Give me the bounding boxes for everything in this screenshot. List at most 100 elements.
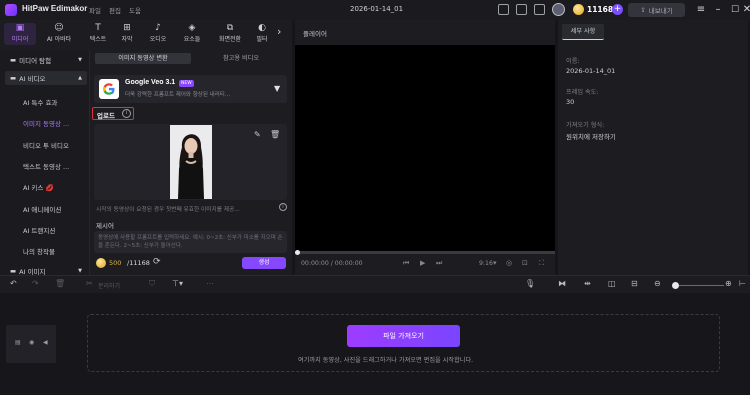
tab-subtitle[interactable]: ⊞ 자막 [114,23,140,45]
prompt-input[interactable]: 동영상에 사용할 프롬프트를 입력하세요. 예시: 0~2초: 신부가 미소를 … [94,231,287,253]
export-button[interactable]: ⇪ 내보내기 [628,3,685,17]
prompt-label: 제시어 [96,222,114,230]
sub-text-to-video[interactable]: 텍스트 동영상 ... [23,161,69,171]
menu-icon[interactable]: ≡ [694,3,708,17]
calendar-icon[interactable] [534,4,545,15]
progress-handle[interactable] [295,250,300,255]
time-readout: 00:00:00 / 00:00:00 [301,260,363,267]
chevron-down-icon[interactable]: ▾ [493,259,497,267]
aspect-ratio[interactable]: 9:16 [479,260,493,267]
tab-audio[interactable]: ♪ 오디오 [142,23,174,45]
category-ai-video[interactable]: ▬ AI 비디오 ▲ [5,71,87,85]
text-tool-icon[interactable]: ⊤▾ [172,279,183,288]
generate-button[interactable]: 생성 [242,257,286,269]
sub-my-creations[interactable]: 나의 창작물 [23,246,55,256]
delete-icon[interactable]: 🗑 [55,279,65,288]
app-name: HitPaw Edimakor [22,4,88,13]
shield-icon[interactable]: ⛉ [149,279,155,289]
properties-panel: 세부 사항 이름: 2026-01-14_01 프레임 속도: 30 가져오기 … [558,20,748,275]
close-icon[interactable]: ✕ [740,3,750,17]
undo-icon[interactable]: ↶ [10,279,17,288]
category-list: ▬ 미디어 탐험 ▼ ▬ AI 비디오 ▲ AI 특수 효과 이미지 동영상 .… [0,50,90,276]
prev-frame-icon[interactable]: ⏮ [403,259,409,268]
tab-transition[interactable]: ⧉ 화면전환 [210,23,250,45]
transition-icon: ⧉ [226,23,234,33]
more-icon[interactable]: ⋯ [206,279,214,288]
segment-image-to-video[interactable]: 이미지 동영상 변환 [95,53,191,64]
redo-icon[interactable]: ↷ [32,279,39,288]
video-preview[interactable] [295,45,555,251]
name-value: 2026-01-14_01 [566,67,616,75]
split-view-icon[interactable]: ◫ [608,279,616,288]
user-avatar[interactable] [552,3,565,16]
name-label: 이름: [566,58,580,65]
segment-reference-video[interactable]: 참고용 비디오 [195,53,287,64]
sub-ai-animation[interactable]: AI 애니메이션 [23,204,61,214]
generator-panel: 이미지 동영상 변환 참고용 비디오 Google Veo 3.1 NEW 더욱… [91,50,292,275]
zoom-in-icon[interactable]: ⊕ [725,279,732,288]
minimize-icon[interactable]: – [711,3,725,17]
avatar-icon: ☺ [54,23,64,33]
feedback-icon[interactable] [516,4,527,15]
crop-icon[interactable]: ⊡ [522,259,528,267]
menu-file[interactable]: 파일 [89,5,101,15]
player-title: 플레이어 [303,30,327,38]
fit-icon[interactable]: ⊢ [739,279,746,288]
menu-edit[interactable]: 편집 [109,5,121,15]
snapshot-icon[interactable]: ◎ [506,259,512,267]
edit-icon[interactable]: ✎ [254,130,261,139]
sub-video-to-video[interactable]: 비디오 투 비디오 [23,140,69,150]
split-icon[interactable]: ✂ [86,279,93,288]
refresh-icon[interactable]: ⟳ [153,257,161,267]
credit-row: 500 /11168 ⟳ 생성 [96,255,286,269]
uploaded-image-area[interactable]: ✎ 🗑 [94,124,287,200]
zoom-out-icon[interactable]: ⊖ [654,279,661,288]
chevron-down-icon: ▼ [78,57,82,63]
play-icon[interactable]: ▶ [420,259,425,267]
lock-icon[interactable]: ▤ [15,339,21,346]
info-icon[interactable]: i [279,203,287,211]
title-bar: HitPaw Edimakor 파일 편집 도움 2026-01-14_01 1… [0,0,750,20]
tab-filter[interactable]: ◐ 필터 [250,23,274,45]
zoom-slider[interactable] [676,285,724,286]
volume-icon[interactable]: ◀ [43,339,48,346]
chevron-right-icon[interactable]: › [277,25,281,38]
credits-total: /11168 [127,259,150,267]
progress-bar[interactable] [295,251,555,254]
monitor-icon[interactable] [498,4,509,15]
sub-ai-transition[interactable]: AI 트랜지션 [23,225,55,235]
track-header: ▤ ◉ ◀ [6,325,56,363]
tab-media[interactable]: ▣ 미디어 [4,23,36,45]
tab-elements[interactable]: ◈ 요소들 [176,23,208,45]
caption-icon[interactable]: ⊟ [631,279,638,288]
tab-text[interactable]: T 텍스트 [82,23,114,45]
chevron-down-icon[interactable]: ▼ [274,84,280,93]
category-media-library[interactable]: ▬ 미디어 탐험 ▼ [5,53,87,67]
ai-video-icon: ▬ [10,74,17,82]
info-icon[interactable]: i [122,109,131,118]
fullscreen-icon[interactable]: ⛶ [539,259,544,268]
tab-ai-avatar[interactable]: ☺ AI 아바타 [40,23,78,45]
microphone-icon[interactable]: 🎙 [525,279,535,288]
model-description: 더욱 강력한 프롬프트 제어와 향상된 내러티... [125,92,231,98]
sub-ai-kiss[interactable]: AI 키스 💋 [23,182,54,192]
filter-icon: ◐ [258,23,266,33]
frame-rate-value: 30 [566,98,575,106]
sub-ai-effects[interactable]: AI 특수 효과 [23,97,57,107]
player-panel: 플레이어 00:00:00 / 00:00:00 ⏮ ▶ ⏭ 9:16 ▾ ◎ … [295,20,555,275]
import-format-label: 가져오기 형식: [566,122,605,129]
add-credits-button[interactable]: + [612,4,623,15]
split-label[interactable]: 분리하기 [98,281,120,290]
coin-icon [573,4,584,15]
visibility-icon[interactable]: ◉ [29,339,34,346]
next-frame-icon[interactable]: ⏭ [436,259,442,268]
import-file-button[interactable]: 파일 가져오기 [347,325,460,347]
zoom-slider-handle[interactable] [672,282,679,289]
sub-image-to-video[interactable]: 이미지 동영상 ... [23,118,69,128]
trash-icon[interactable]: 🗑 [270,130,280,139]
link-icon[interactable]: ⧓ [558,279,566,288]
menu-help[interactable]: 도움 [129,5,141,15]
model-selector[interactable]: Google Veo 3.1 NEW 더욱 강력한 프롬프트 제어와 향상된 내… [94,75,287,103]
tab-details[interactable]: 세부 사항 [562,24,604,40]
snap-icon[interactable]: ⇹ [584,279,591,288]
